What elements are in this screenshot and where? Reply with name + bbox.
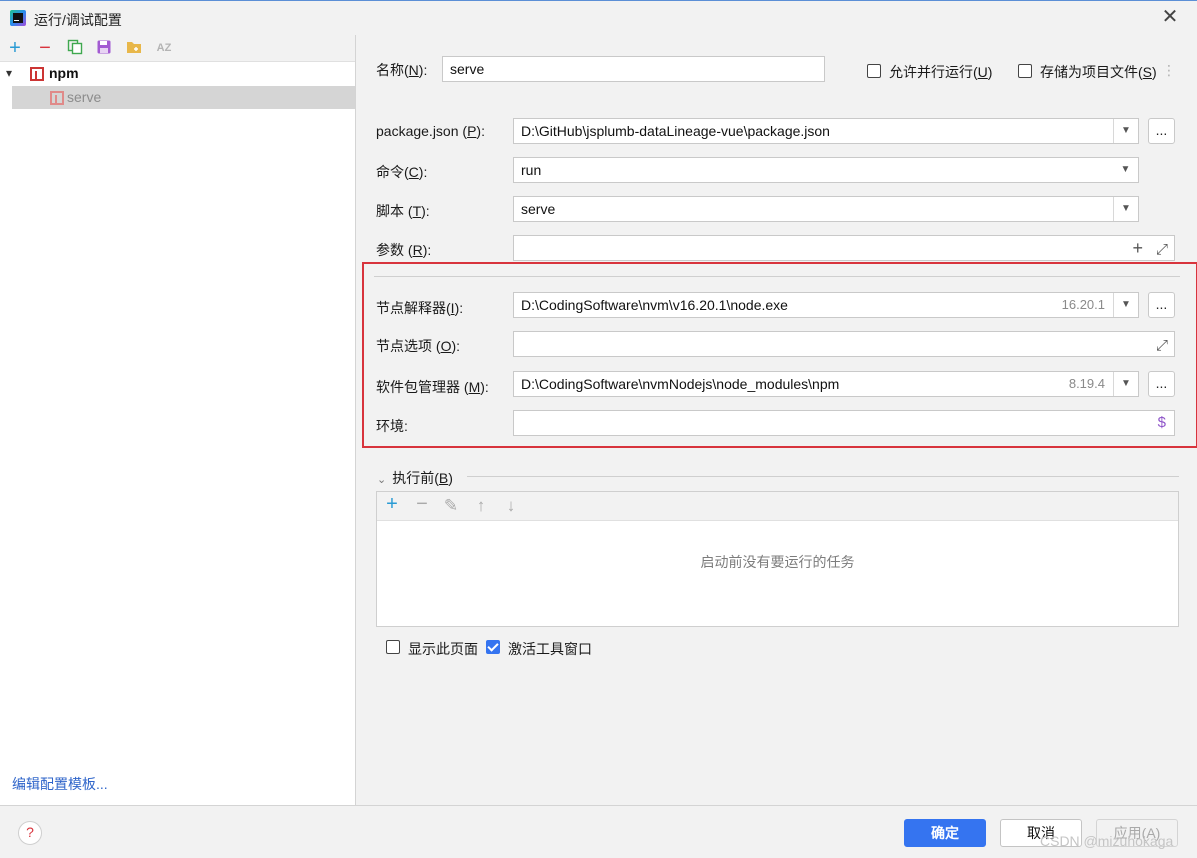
args-input[interactable]: + ⤢ (513, 235, 1175, 261)
node-interpreter-value: D:\CodingSoftware\nvm\v16.20.1\node.exe (521, 297, 788, 313)
environment-input[interactable]: $ (513, 410, 1175, 436)
allow-parallel-checkbox[interactable] (867, 64, 881, 78)
node-interpreter-combo[interactable]: D:\CodingSoftware\nvm\v16.20.1\node.exe … (513, 292, 1139, 318)
more-options-icon[interactable]: ⋮ (1162, 62, 1176, 79)
dropdown-arrow-icon[interactable]: ▼ (1113, 372, 1138, 396)
allow-parallel-label: 允许并行运行(U) (889, 64, 993, 80)
store-as-file-checkbox[interactable] (1018, 64, 1032, 78)
ok-button[interactable]: 确定 (904, 819, 986, 847)
tree-item-npm[interactable]: ▾ npm (0, 63, 355, 85)
new-folder-icon[interactable] (125, 39, 143, 57)
npm-icon (30, 67, 44, 81)
sort-icon[interactable]: AZ (155, 39, 173, 57)
tree-item-label: serve (67, 89, 102, 105)
npm-version: 8.19.4 (1068, 376, 1105, 391)
show-page-checkbox[interactable] (386, 640, 400, 654)
add-icon[interactable]: + (383, 493, 401, 516)
package-json-value: D:\GitHub\jsplumb-dataLineage-vue\packag… (521, 123, 830, 139)
close-icon[interactable]: ✕ (1160, 7, 1180, 27)
activate-tool-window-checkbox[interactable] (486, 640, 500, 654)
arrow-down-icon[interactable]: ↓ (502, 496, 520, 516)
dropdown-arrow-icon[interactable]: ▼ (1113, 293, 1138, 317)
browse-interpreter-button[interactable]: ... (1148, 292, 1175, 318)
activate-tool-window-label: 激活工具窗口 (508, 641, 592, 657)
browse-package-manager-button[interactable]: ... (1148, 371, 1175, 397)
dialog-footer: ? 确定 取消 应用(A) CSDN @mizuhokaga (0, 805, 1197, 858)
command-value: run (521, 162, 542, 178)
node-version: 16.20.1 (1061, 297, 1105, 312)
node-options-input[interactable]: ⤢ (513, 331, 1175, 357)
script-combo[interactable]: serve ▼ (513, 196, 1139, 222)
arrow-up-icon[interactable]: ↑ (472, 496, 490, 516)
copy-icon[interactable] (66, 39, 84, 57)
browse-package-json-button[interactable]: ... (1148, 118, 1175, 144)
script-label: 脚本 (T): (376, 203, 430, 219)
package-json-label: package.json (P): (376, 123, 485, 139)
dollar-icon[interactable]: $ (1158, 411, 1166, 435)
chevron-down-icon[interactable]: ⌄ (377, 474, 386, 486)
tree-item-serve[interactable]: serve (12, 86, 355, 109)
remove-icon[interactable]: − (413, 493, 431, 516)
package-manager-label: 软件包管理器 (M): (376, 379, 489, 395)
package-manager-combo[interactable]: D:\CodingSoftware\nvmNodejs\node_modules… (513, 371, 1139, 397)
before-launch-list: + − ✎ ↑ ↓ 启动前没有要运行的任务 (376, 491, 1179, 627)
config-tree-panel: + − AZ ▾ npm serve 编辑配置模板... (0, 35, 356, 805)
watermark: CSDN @mizuhokaga (1040, 833, 1174, 849)
tree-item-label: npm (49, 65, 79, 81)
environment-label: 环境: (376, 418, 408, 434)
dropdown-arrow-icon[interactable]: ▼ (1113, 119, 1138, 143)
separator (467, 476, 1179, 477)
chevron-down-icon[interactable]: ▾ (6, 66, 12, 80)
store-as-file-label: 存储为项目文件(S) (1040, 64, 1157, 80)
dropdown-arrow-icon[interactable]: ▼ (1113, 158, 1138, 182)
node-options-label: 节点选项 (O): (376, 338, 461, 354)
separator (374, 276, 1180, 277)
before-launch-toolbar: + − ✎ ↑ ↓ (377, 492, 1178, 521)
help-icon[interactable]: ? (18, 821, 42, 845)
script-value: serve (521, 201, 556, 217)
remove-icon[interactable]: − (36, 38, 54, 58)
window-title: 运行/调试配置 (34, 12, 122, 28)
empty-state-text: 启动前没有要运行的任务 (700, 554, 855, 570)
edit-icon[interactable]: ✎ (442, 496, 460, 516)
command-label: 命令(C): (376, 164, 428, 180)
title-bar: 运行/调试配置 ✕ (0, 0, 1197, 35)
command-combo[interactable]: run ▼ (513, 157, 1139, 183)
app-logo-icon (10, 10, 26, 26)
name-input[interactable]: serve (442, 56, 825, 82)
tree-toolbar: + − AZ (0, 35, 355, 62)
edit-templates-link[interactable]: 编辑配置模板... (12, 774, 108, 794)
npm-icon (50, 91, 64, 105)
show-page-label: 显示此页面 (408, 641, 478, 657)
dropdown-arrow-icon[interactable]: ▼ (1113, 197, 1138, 221)
name-label: 名称(N): (376, 62, 428, 78)
add-argument-icon[interactable]: + (1132, 236, 1143, 260)
args-label: 参数 (R): (376, 242, 432, 258)
config-form: 名称(N): serve 允许并行运行(U) 存储为项目文件(S) ⋮ pack… (357, 35, 1197, 805)
expand-icon[interactable]: ⤢ (1156, 238, 1168, 262)
before-launch-header[interactable]: ⌄ 执行前(B) (377, 468, 453, 488)
add-icon[interactable]: + (6, 38, 24, 58)
package-json-combo[interactable]: D:\GitHub\jsplumb-dataLineage-vue\packag… (513, 118, 1139, 144)
package-manager-value: D:\CodingSoftware\nvmNodejs\node_modules… (521, 376, 840, 392)
expand-icon[interactable]: ⤢ (1156, 334, 1168, 358)
save-icon[interactable] (95, 39, 113, 57)
node-interpreter-label: 节点解释器(I): (376, 300, 464, 316)
